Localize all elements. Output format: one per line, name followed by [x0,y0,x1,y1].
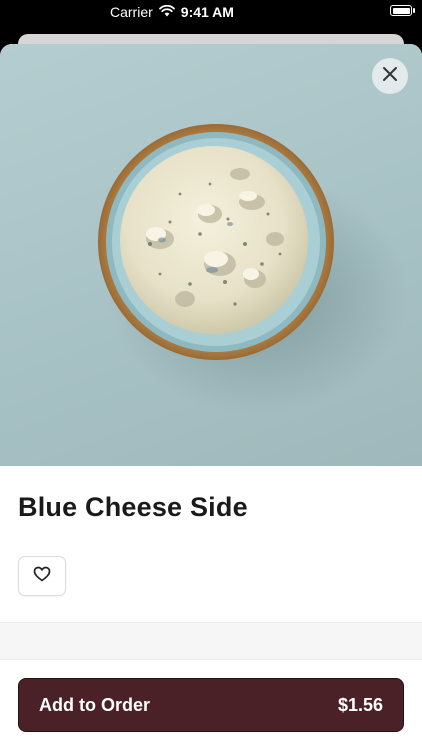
carrier-label: Carrier [110,4,153,20]
heart-icon [33,566,51,587]
battery-nub [413,8,415,13]
battery-icon [390,5,412,16]
favorite-button[interactable] [18,556,66,596]
status-center: Carrier 9:41 AM [110,4,234,20]
add-to-order-label: Add to Order [39,694,150,715]
add-to-order-button[interactable]: Add to Order $1.56 [18,678,404,732]
wifi-icon [158,4,175,20]
item-title: Blue Cheese Side [18,492,248,522]
status-bar: Carrier 9:41 AM [0,0,422,26]
close-button[interactable] [372,58,408,94]
item-image [0,44,422,466]
clock: 9:41 AM [180,4,234,20]
title-area: Blue Cheese Side [18,492,248,523]
item-sheet: Blue Cheese Side Add to Order $1.56 [0,44,422,750]
price-label: $1.56 [337,694,383,715]
close-icon [382,66,398,87]
section-divider [0,622,422,660]
